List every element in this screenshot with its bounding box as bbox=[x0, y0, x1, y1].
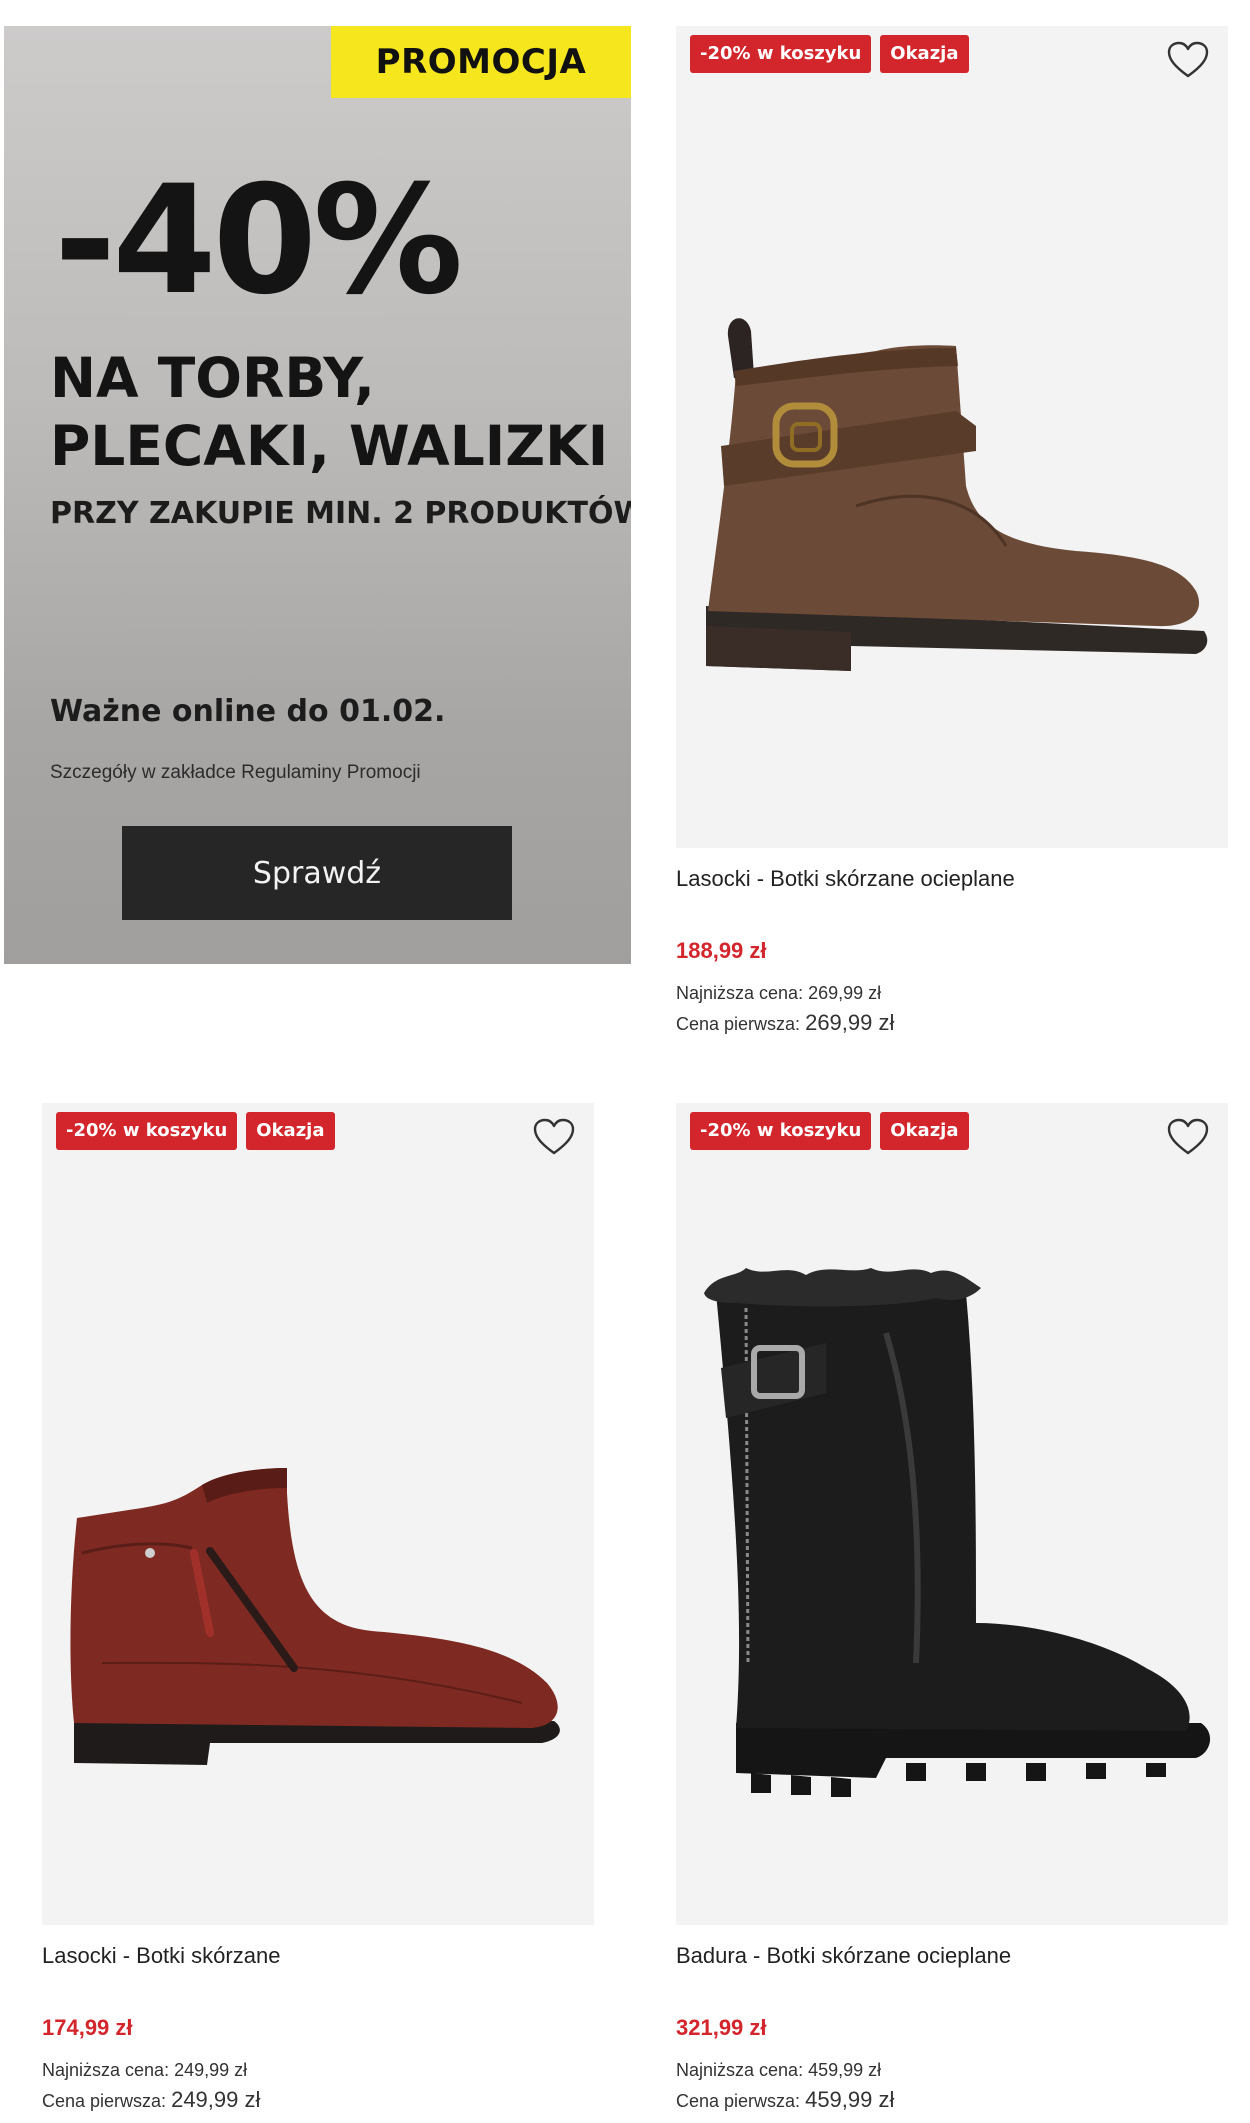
promo-subline: PRZY ZAKUPIE MIN. 2 PRODUKTÓW bbox=[50, 496, 631, 531]
discount-badge: -20% w koszyku bbox=[690, 1112, 872, 1150]
price-info: Najniższa cena: 269,99 zł Cena pierwsza:… bbox=[676, 978, 1228, 1039]
promo-discount: -40% bbox=[54, 154, 463, 328]
first-price-row: Cena pierwsza: 249,99 zł bbox=[42, 2085, 594, 2116]
lowest-price-row: Najniższa cena: 459,99 zł bbox=[676, 2055, 1228, 2085]
heart-icon[interactable] bbox=[1166, 1117, 1210, 1157]
product-price: 188,99 zł bbox=[676, 938, 767, 963]
first-price-value: 459,99 zł bbox=[805, 2087, 895, 2112]
badge-group: -20% w koszyku Okazja bbox=[690, 35, 969, 73]
heart-icon[interactable] bbox=[1166, 40, 1210, 80]
promo-headline: NA TORBY, PLECAKI, WALIZKI bbox=[50, 344, 608, 480]
black-boot-image bbox=[704, 1268, 1211, 1797]
product-card[interactable]: -20% w koszyku Okazja Lasocki - Botki sk… bbox=[676, 26, 1228, 1039]
deal-badge: Okazja bbox=[880, 1112, 969, 1150]
first-price-value: 249,99 zł bbox=[171, 2087, 261, 2112]
first-price-label: Cena pierwsza: bbox=[676, 2091, 801, 2111]
product-image[interactable]: -20% w koszyku Okazja bbox=[676, 26, 1228, 848]
promo-banner[interactable]: PROMOCJA -40% NA TORBY, PLECAKI, WALIZKI… bbox=[4, 26, 631, 964]
lowest-price-row: Najniższa cena: 249,99 zł bbox=[42, 2055, 594, 2085]
product-card[interactable]: -20% w koszyku Okazja Lasocki - Botki sk… bbox=[42, 1103, 594, 2116]
promo-headline-line2: PLECAKI, WALIZKI bbox=[50, 414, 609, 478]
promo-terms-note: Szczegóły w zakładce Regulaminy Promocji bbox=[50, 762, 421, 783]
promo-valid-date: Ważne online do 01.02. bbox=[50, 694, 446, 729]
heart-icon[interactable] bbox=[532, 1117, 576, 1157]
price-info: Najniższa cena: 249,99 zł Cena pierwsza:… bbox=[42, 2055, 594, 2116]
burgundy-boot-image bbox=[70, 1468, 560, 1765]
product-price: 321,99 zł bbox=[676, 2015, 767, 2040]
lowest-price-value: 269,99 zł bbox=[808, 983, 882, 1003]
first-price-row: Cena pierwsza: 459,99 zł bbox=[676, 2085, 1228, 2116]
discount-badge: -20% w koszyku bbox=[56, 1112, 238, 1150]
check-button[interactable]: Sprawdź bbox=[122, 826, 512, 920]
product-image[interactable]: -20% w koszyku Okazja bbox=[676, 1103, 1228, 1925]
promo-headline-line1: NA TORBY, bbox=[50, 346, 375, 410]
deal-badge: Okazja bbox=[246, 1112, 335, 1150]
product-name[interactable]: Badura - Botki skórzane ocieplane bbox=[676, 1943, 1228, 1969]
first-price-row: Cena pierwsza: 269,99 zł bbox=[676, 1008, 1228, 1039]
lowest-price-label: Najniższa cena: bbox=[676, 2060, 804, 2080]
lowest-price-label: Najniższa cena: bbox=[42, 2060, 170, 2080]
discount-badge: -20% w koszyku bbox=[690, 35, 872, 73]
lowest-price-label: Najniższa cena: bbox=[676, 983, 804, 1003]
first-price-label: Cena pierwsza: bbox=[676, 1014, 801, 1034]
badge-group: -20% w koszyku Okazja bbox=[56, 1112, 335, 1150]
first-price-value: 269,99 zł bbox=[805, 1010, 895, 1035]
lowest-price-value: 459,99 zł bbox=[808, 2060, 882, 2080]
lowest-price-row: Najniższa cena: 269,99 zł bbox=[676, 978, 1228, 1008]
first-price-label: Cena pierwsza: bbox=[42, 2091, 167, 2111]
product-name[interactable]: Lasocki - Botki skórzane ocieplane bbox=[676, 866, 1228, 892]
promo-tag: PROMOCJA bbox=[331, 26, 631, 98]
lowest-price-value: 249,99 zł bbox=[174, 2060, 248, 2080]
brown-boot-image bbox=[706, 318, 1208, 671]
product-name[interactable]: Lasocki - Botki skórzane bbox=[42, 1943, 594, 1969]
product-card[interactable]: -20% w koszyku Okazja Badura - Botki skó… bbox=[676, 1103, 1228, 2116]
price-info: Najniższa cena: 459,99 zł Cena pierwsza:… bbox=[676, 2055, 1228, 2116]
badge-group: -20% w koszyku Okazja bbox=[690, 1112, 969, 1150]
product-price: 174,99 zł bbox=[42, 2015, 133, 2040]
product-image[interactable]: -20% w koszyku Okazja bbox=[42, 1103, 594, 1925]
deal-badge: Okazja bbox=[880, 35, 969, 73]
